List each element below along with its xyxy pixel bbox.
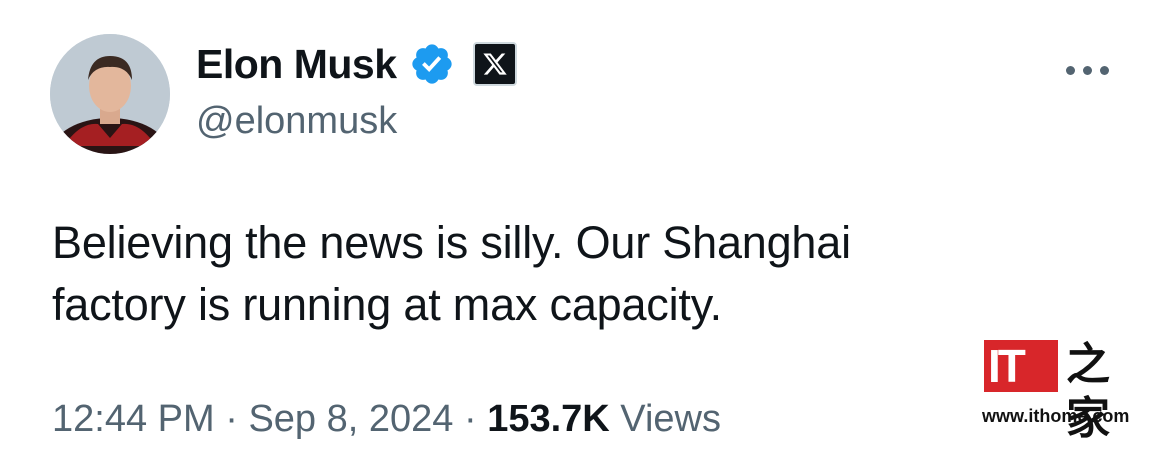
- watermark-url: www.ithome.com: [982, 406, 1130, 426]
- separator-dot: ·: [463, 398, 477, 440]
- watermark: IT 之家 www.ithome.com: [978, 336, 1138, 444]
- more-dot: [1100, 65, 1109, 75]
- separator-dot: ·: [225, 398, 238, 440]
- views-count[interactable]: 153.7K: [487, 398, 610, 440]
- more-options-icon[interactable]: [1066, 60, 1114, 80]
- avatar[interactable]: [50, 34, 170, 154]
- more-dot: [1083, 65, 1092, 75]
- display-name[interactable]: Elon Musk: [196, 41, 397, 88]
- watermark-glyph: 之家: [1066, 339, 1110, 444]
- watermark-logo: IT: [984, 340, 1058, 392]
- verified-badge-icon[interactable]: [409, 41, 455, 87]
- tweet-card: Elon Musk @elonmusk Believing the news i…: [0, 0, 1170, 460]
- tweet-text-line: factory is running at max capacity.: [52, 279, 722, 330]
- tweet-time[interactable]: 12:44 PM: [52, 398, 215, 440]
- views-label[interactable]: Views: [620, 398, 721, 440]
- tweet-text-line: Believing the news is silly. Our Shangha…: [52, 217, 851, 268]
- tweet-meta: 12:44 PM · Sep 8, 2024 · 153.7K Views: [52, 398, 721, 441]
- more-dot: [1066, 65, 1075, 75]
- tweet-date[interactable]: Sep 8, 2024: [248, 398, 453, 440]
- x-logo-icon[interactable]: [472, 42, 517, 86]
- name-row: Elon Musk: [196, 38, 517, 90]
- tweet-text: Believing the news is silly. Our Shangha…: [52, 212, 1052, 336]
- user-handle[interactable]: @elonmusk: [196, 100, 397, 143]
